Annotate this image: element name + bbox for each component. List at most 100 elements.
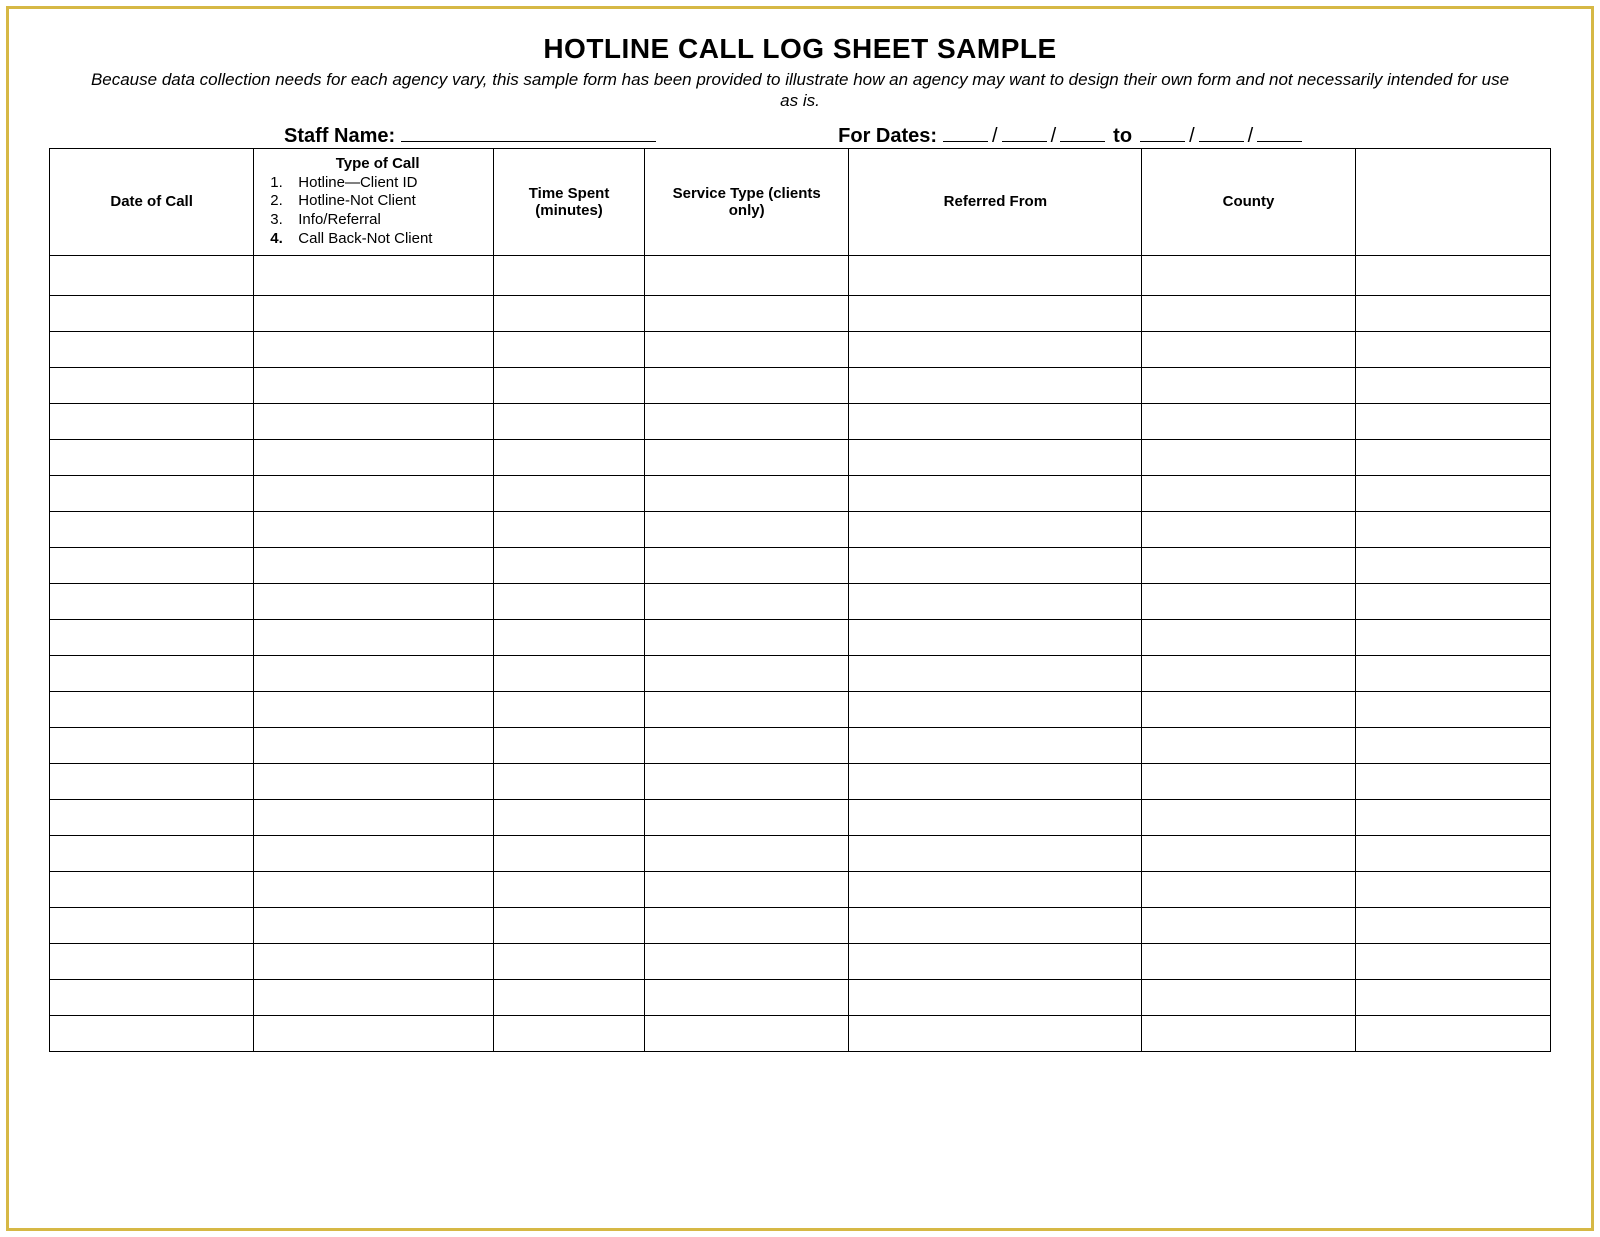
table-cell[interactable]: [494, 583, 645, 619]
table-cell[interactable]: [254, 835, 494, 871]
table-cell[interactable]: [50, 295, 254, 331]
table-cell[interactable]: [1142, 619, 1355, 655]
table-cell[interactable]: [645, 799, 849, 835]
table-cell[interactable]: [1142, 763, 1355, 799]
table-cell[interactable]: [1355, 979, 1550, 1015]
table-cell[interactable]: [1355, 547, 1550, 583]
table-cell[interactable]: [1355, 691, 1550, 727]
table-cell[interactable]: [1142, 475, 1355, 511]
table-cell[interactable]: [1355, 403, 1550, 439]
table-cell[interactable]: [645, 727, 849, 763]
table-cell[interactable]: [1142, 403, 1355, 439]
table-cell[interactable]: [645, 619, 849, 655]
table-cell[interactable]: [254, 979, 494, 1015]
table-cell[interactable]: [645, 475, 849, 511]
table-cell[interactable]: [50, 871, 254, 907]
table-cell[interactable]: [849, 547, 1142, 583]
table-cell[interactable]: [254, 583, 494, 619]
table-cell[interactable]: [494, 295, 645, 331]
table-cell[interactable]: [645, 547, 849, 583]
date-from-month[interactable]: [943, 120, 988, 142]
table-cell[interactable]: [494, 1015, 645, 1051]
table-cell[interactable]: [1355, 583, 1550, 619]
table-cell[interactable]: [1355, 907, 1550, 943]
table-cell[interactable]: [1142, 1015, 1355, 1051]
table-cell[interactable]: [254, 255, 494, 295]
table-cell[interactable]: [254, 367, 494, 403]
table-cell[interactable]: [849, 403, 1142, 439]
table-cell[interactable]: [1355, 439, 1550, 475]
table-cell[interactable]: [254, 691, 494, 727]
table-cell[interactable]: [254, 1015, 494, 1051]
table-cell[interactable]: [494, 691, 645, 727]
table-cell[interactable]: [1355, 367, 1550, 403]
table-cell[interactable]: [645, 331, 849, 367]
table-cell[interactable]: [50, 763, 254, 799]
table-cell[interactable]: [1355, 943, 1550, 979]
table-cell[interactable]: [1142, 439, 1355, 475]
date-to-month[interactable]: [1140, 120, 1185, 142]
table-cell[interactable]: [1142, 727, 1355, 763]
table-cell[interactable]: [1355, 619, 1550, 655]
table-cell[interactable]: [1355, 331, 1550, 367]
table-cell[interactable]: [254, 763, 494, 799]
table-cell[interactable]: [645, 943, 849, 979]
table-cell[interactable]: [849, 907, 1142, 943]
table-cell[interactable]: [849, 835, 1142, 871]
table-cell[interactable]: [645, 835, 849, 871]
table-cell[interactable]: [494, 547, 645, 583]
table-cell[interactable]: [1142, 835, 1355, 871]
table-cell[interactable]: [849, 295, 1142, 331]
table-cell[interactable]: [849, 331, 1142, 367]
table-cell[interactable]: [254, 331, 494, 367]
table-cell[interactable]: [494, 475, 645, 511]
table-cell[interactable]: [849, 619, 1142, 655]
table-cell[interactable]: [849, 655, 1142, 691]
table-cell[interactable]: [1355, 255, 1550, 295]
table-cell[interactable]: [50, 331, 254, 367]
table-cell[interactable]: [50, 475, 254, 511]
staff-name-input-line[interactable]: [401, 120, 656, 142]
table-cell[interactable]: [1142, 511, 1355, 547]
table-cell[interactable]: [494, 835, 645, 871]
table-cell[interactable]: [645, 1015, 849, 1051]
table-cell[interactable]: [849, 979, 1142, 1015]
table-cell[interactable]: [849, 943, 1142, 979]
table-cell[interactable]: [254, 475, 494, 511]
table-cell[interactable]: [50, 943, 254, 979]
table-cell[interactable]: [254, 619, 494, 655]
date-from-year[interactable]: [1060, 120, 1105, 142]
table-cell[interactable]: [50, 511, 254, 547]
table-cell[interactable]: [1142, 583, 1355, 619]
table-cell[interactable]: [1355, 727, 1550, 763]
table-cell[interactable]: [494, 763, 645, 799]
table-cell[interactable]: [645, 763, 849, 799]
table-cell[interactable]: [849, 583, 1142, 619]
table-cell[interactable]: [50, 979, 254, 1015]
table-cell[interactable]: [254, 403, 494, 439]
table-cell[interactable]: [494, 439, 645, 475]
table-cell[interactable]: [645, 295, 849, 331]
table-cell[interactable]: [254, 871, 494, 907]
table-cell[interactable]: [1142, 871, 1355, 907]
table-cell[interactable]: [645, 979, 849, 1015]
table-cell[interactable]: [50, 583, 254, 619]
table-cell[interactable]: [50, 727, 254, 763]
table-cell[interactable]: [50, 547, 254, 583]
table-cell[interactable]: [50, 799, 254, 835]
table-cell[interactable]: [1142, 331, 1355, 367]
table-cell[interactable]: [645, 439, 849, 475]
table-cell[interactable]: [50, 619, 254, 655]
table-cell[interactable]: [1355, 799, 1550, 835]
table-cell[interactable]: [494, 907, 645, 943]
table-cell[interactable]: [494, 655, 645, 691]
table-cell[interactable]: [254, 907, 494, 943]
table-cell[interactable]: [645, 655, 849, 691]
table-cell[interactable]: [254, 547, 494, 583]
table-cell[interactable]: [849, 439, 1142, 475]
date-to-year[interactable]: [1257, 120, 1302, 142]
table-cell[interactable]: [494, 943, 645, 979]
table-cell[interactable]: [494, 367, 645, 403]
table-cell[interactable]: [849, 475, 1142, 511]
table-cell[interactable]: [1355, 511, 1550, 547]
